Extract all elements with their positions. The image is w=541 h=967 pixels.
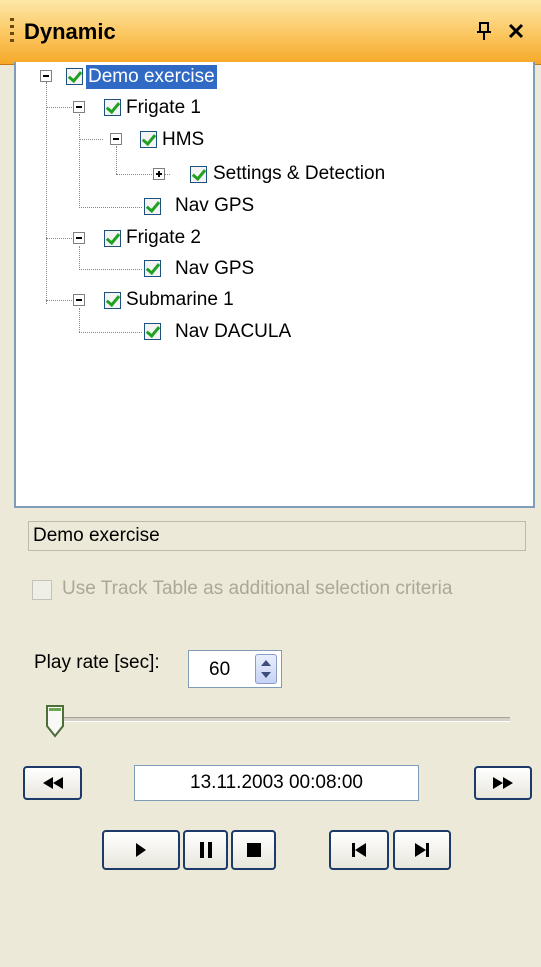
tree-node-frigate-1[interactable]: Frigate 1 xyxy=(124,96,203,120)
collapse-toggle-icon[interactable] xyxy=(110,133,122,145)
up-down-spinner-icon[interactable] xyxy=(255,654,277,684)
track-table-option-label: Use Track Table as additional selection … xyxy=(62,578,453,599)
checkbox-submarine-1[interactable] xyxy=(104,292,121,309)
checkbox-hms[interactable] xyxy=(140,131,157,148)
skip-to-end-icon xyxy=(415,843,429,857)
play-rate-spinbox[interactable]: 60 xyxy=(188,650,282,688)
rewind-button[interactable] xyxy=(23,766,82,800)
collapse-toggle-icon[interactable] xyxy=(73,101,85,113)
pin-icon xyxy=(477,22,491,40)
close-button[interactable] xyxy=(502,14,530,48)
current-time-display: 13.11.2003 00:08:00 xyxy=(134,765,419,801)
timeline-track[interactable] xyxy=(50,717,510,722)
tree-node-submarine-1[interactable]: Submarine 1 xyxy=(124,288,236,312)
tree-node-frigate-2[interactable]: Frigate 2 xyxy=(124,226,203,250)
close-icon xyxy=(508,23,524,39)
tree-node-nav-gps-1[interactable]: Nav GPS xyxy=(173,194,256,218)
collapse-toggle-icon[interactable] xyxy=(40,70,52,82)
skip-to-start-button[interactable] xyxy=(329,830,389,870)
tree-node-settings-detection[interactable]: Settings & Detection xyxy=(211,162,387,186)
play-rate-label: Play rate [sec]: xyxy=(34,652,160,673)
play-icon xyxy=(136,843,146,857)
panel-title: Dynamic xyxy=(24,19,116,44)
tree-node-nav-gps-2[interactable]: Nav GPS xyxy=(173,257,256,281)
checkbox-nav-gps-1[interactable] xyxy=(144,198,161,215)
fast-forward-button[interactable] xyxy=(474,766,532,800)
fast-forward-icon xyxy=(493,777,513,789)
panel-titlebar: Dynamic xyxy=(0,0,541,65)
drag-grip-icon[interactable] xyxy=(10,18,14,46)
expand-toggle-icon[interactable] xyxy=(153,168,165,180)
timeline-slider-thumb[interactable] xyxy=(45,704,65,738)
skip-to-start-icon xyxy=(352,843,366,857)
stop-icon xyxy=(246,843,261,857)
dynamic-panel: Dynamic Demo exercise Frigate 1 HMS Sett… xyxy=(0,0,541,967)
checkbox-frigate-1[interactable] xyxy=(104,99,121,116)
play-button[interactable] xyxy=(102,830,180,870)
tree-node-hms[interactable]: HMS xyxy=(160,128,206,152)
rewind-icon xyxy=(42,777,63,789)
checkbox-nav-gps-2[interactable] xyxy=(144,260,161,277)
play-rate-value[interactable]: 60 xyxy=(209,659,230,681)
pause-button[interactable] xyxy=(183,830,228,870)
skip-to-end-button[interactable] xyxy=(393,830,451,870)
collapse-toggle-icon[interactable] xyxy=(73,294,85,306)
current-selection-field: Demo exercise xyxy=(28,521,526,551)
checkbox-frigate-2[interactable] xyxy=(104,230,121,247)
exercise-tree[interactable]: Demo exercise Frigate 1 HMS Settings & D… xyxy=(14,62,535,508)
collapse-toggle-icon[interactable] xyxy=(73,232,85,244)
stop-button[interactable] xyxy=(231,830,276,870)
pause-icon xyxy=(199,842,212,858)
checkbox-settings-detection[interactable] xyxy=(190,166,207,183)
track-table-checkbox[interactable] xyxy=(32,580,52,600)
tree-node-demo-exercise[interactable]: Demo exercise xyxy=(86,65,217,89)
pin-button[interactable] xyxy=(470,14,498,48)
checkbox-demo-exercise[interactable] xyxy=(66,68,83,85)
checkbox-nav-dacula[interactable] xyxy=(144,323,161,340)
tree-node-nav-dacula[interactable]: Nav DACULA xyxy=(173,320,293,344)
